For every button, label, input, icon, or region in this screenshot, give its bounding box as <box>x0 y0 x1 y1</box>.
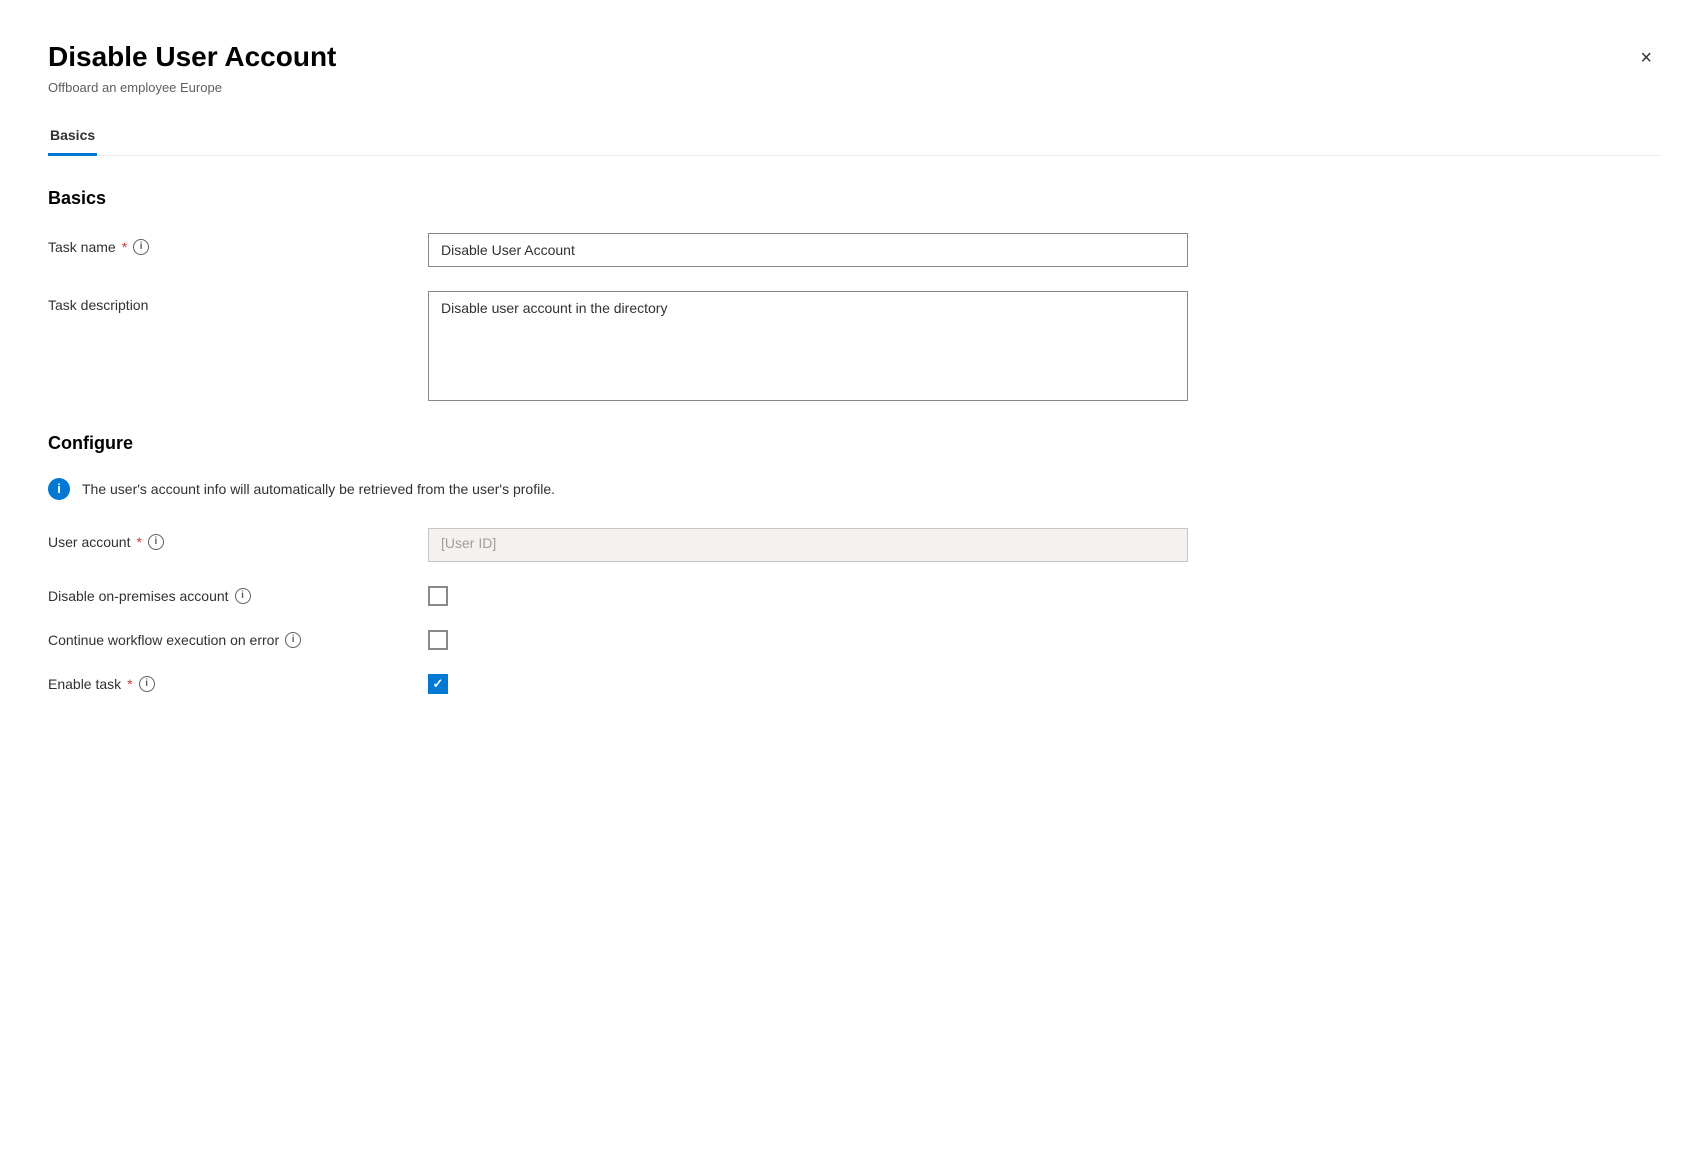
task-name-row: Task name * i <box>48 233 1660 267</box>
modal-title: Disable User Account <box>48 40 336 74</box>
user-account-required: * <box>136 534 141 550</box>
modal-header: Disable User Account Offboard an employe… <box>48 40 1660 95</box>
enable-task-required: * <box>127 676 132 692</box>
user-account-label: User account * i <box>48 528 428 550</box>
continue-workflow-checkbox[interactable] <box>428 630 448 650</box>
info-banner: i The user's account info will automatic… <box>48 478 1660 500</box>
configure-section-title: Configure <box>48 433 1660 454</box>
task-name-input[interactable] <box>428 233 1188 267</box>
continue-workflow-info-icon: i <box>285 632 301 648</box>
configure-section: Configure i The user's account info will… <box>48 433 1660 694</box>
enable-task-info-icon: i <box>139 676 155 692</box>
user-account-input: [User ID] <box>428 528 1188 562</box>
enable-task-row: Enable task * i ✓ <box>48 674 1660 694</box>
enable-task-checkbox[interactable]: ✓ <box>428 674 448 694</box>
disable-onprem-checkbox-area <box>428 586 448 606</box>
task-description-textarea[interactable]: Disable user account in the directory <box>428 291 1188 401</box>
info-banner-icon: i <box>48 478 70 500</box>
header-text: Disable User Account Offboard an employe… <box>48 40 336 95</box>
task-description-label: Task description <box>48 291 428 313</box>
info-banner-text: The user's account info will automatical… <box>82 481 555 497</box>
tab-basics[interactable]: Basics <box>48 119 97 156</box>
disable-onprem-checkbox[interactable] <box>428 586 448 606</box>
task-name-info-icon: i <box>133 239 149 255</box>
enable-task-checkbox-area: ✓ <box>428 674 448 694</box>
user-account-row: User account * i [User ID] <box>48 528 1660 562</box>
disable-onprem-info-icon: i <box>235 588 251 604</box>
task-name-required: * <box>122 239 127 255</box>
continue-workflow-checkbox-area <box>428 630 448 650</box>
user-account-info-icon: i <box>148 534 164 550</box>
modal-container: Disable User Account Offboard an employe… <box>0 0 1708 1152</box>
modal-subtitle: Offboard an employee Europe <box>48 80 336 95</box>
basics-section-title: Basics <box>48 188 1660 209</box>
checkmark-icon: ✓ <box>433 677 444 690</box>
disable-onprem-row: Disable on-premises account i <box>48 586 1660 606</box>
continue-workflow-row: Continue workflow execution on error i <box>48 630 1660 650</box>
close-button[interactable]: × <box>1632 44 1660 72</box>
task-description-row: Task description Disable user account in… <box>48 291 1660 401</box>
continue-workflow-label: Continue workflow execution on error i <box>48 632 428 648</box>
enable-task-label: Enable task * i <box>48 676 428 692</box>
task-name-label: Task name * i <box>48 233 428 255</box>
basics-section: Basics Task name * i Task description Di… <box>48 188 1660 401</box>
tabs-container: Basics <box>48 119 1660 156</box>
disable-onprem-label: Disable on-premises account i <box>48 588 428 604</box>
